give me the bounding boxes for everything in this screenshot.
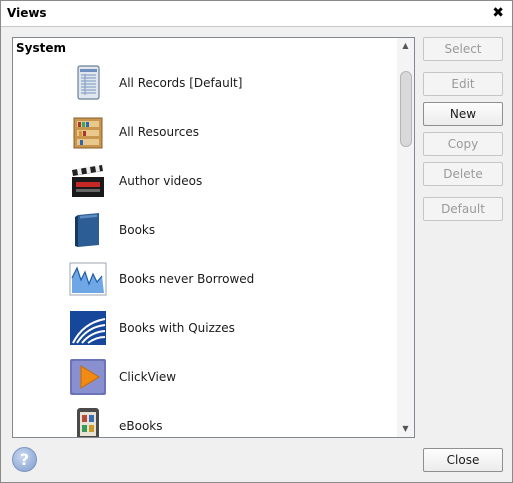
close-button[interactable]: Close (423, 448, 503, 472)
chart-icon (69, 262, 107, 296)
list-item-label: All Records [Default] (119, 76, 243, 90)
list-item-label: eBooks (119, 419, 163, 433)
clapperboard-icon (72, 165, 104, 197)
edit-button[interactable]: Edit (423, 72, 503, 96)
play-icon (70, 359, 106, 395)
select-button[interactable]: Select (423, 37, 503, 61)
scroll-thumb[interactable] (400, 71, 412, 147)
list-item-label: Books never Borrowed (119, 272, 255, 286)
help-icon[interactable]: ? (12, 447, 37, 472)
title-bar: Views ✖ (1, 1, 512, 27)
list-item[interactable]: Books with Quizzes (13, 307, 396, 356)
ereader-icon (77, 408, 99, 437)
list-item[interactable]: Author videos (13, 160, 396, 209)
quiz-icon (70, 311, 106, 345)
list-item-label: All Resources (119, 125, 199, 139)
group-header-system: System (16, 41, 66, 55)
scroll-up-arrow-icon[interactable]: ▲ (397, 39, 414, 53)
list-item-label: Author videos (119, 174, 203, 188)
list-item[interactable]: Books never Borrowed (13, 258, 396, 307)
bookshelf-icon (73, 117, 103, 149)
views-list[interactable]: System All Records [Default] All Resourc… (12, 37, 415, 438)
list-item-label: Books (119, 223, 156, 237)
scroll-down-arrow-icon[interactable]: ▼ (397, 422, 414, 436)
list-item-label: Books with Quizzes (119, 321, 235, 335)
list-item[interactable]: Books (13, 209, 396, 258)
delete-button[interactable]: Delete (423, 162, 503, 186)
list-item[interactable]: All Records [Default] (13, 62, 396, 111)
list-item-label: ClickView (119, 370, 177, 384)
list-item[interactable]: All Resources (13, 111, 396, 160)
vertical-scrollbar[interactable]: ▲ ▼ (397, 38, 414, 437)
window-title: Views (7, 6, 47, 20)
list-item[interactable]: eBooks (13, 405, 396, 437)
copy-button[interactable]: Copy (423, 132, 503, 156)
book-icon (75, 213, 99, 247)
default-button[interactable]: Default (423, 197, 503, 221)
new-button[interactable]: New (423, 102, 503, 126)
views-dialog: Views ✖ System All Records [Default] All… (0, 0, 513, 483)
list-item[interactable]: ClickView (13, 356, 396, 405)
close-icon[interactable]: ✖ (492, 5, 504, 21)
records-icon (77, 65, 100, 100)
